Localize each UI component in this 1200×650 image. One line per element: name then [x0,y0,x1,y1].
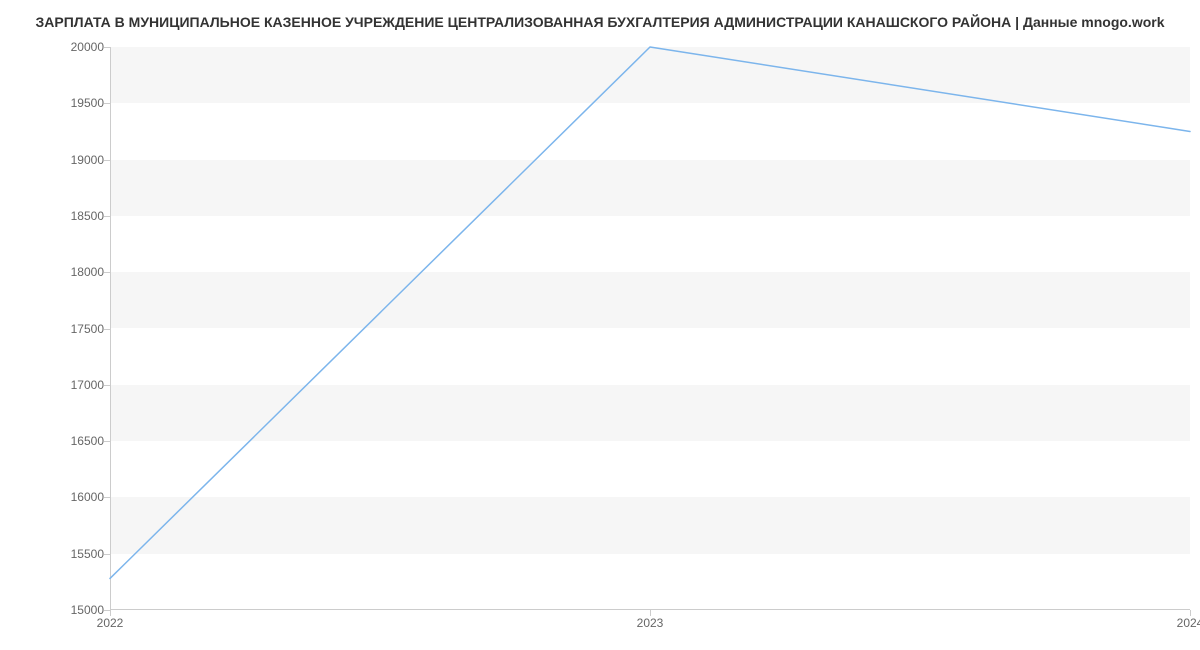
y-tick-label: 20000 [14,40,104,54]
y-tick-label: 19000 [14,153,104,167]
y-tick-label: 17500 [14,322,104,336]
y-tick-label: 17000 [14,378,104,392]
series-line [110,47,1190,578]
x-tick-label: 2024 [1177,616,1200,630]
x-tick-mark [650,610,651,616]
line-layer [110,47,1190,610]
y-tick-label: 16000 [14,490,104,504]
x-tick-mark [110,610,111,616]
x-tick-mark [1190,610,1191,616]
y-tick-label: 15000 [14,603,104,617]
y-tick-mark [104,497,110,498]
y-tick-label: 15500 [14,547,104,561]
y-tick-label: 16500 [14,434,104,448]
y-tick-mark [104,160,110,161]
y-tick-mark [104,216,110,217]
y-tick-label: 18000 [14,265,104,279]
y-tick-label: 18500 [14,209,104,223]
y-tick-mark [104,554,110,555]
y-tick-mark [104,385,110,386]
y-tick-mark [104,47,110,48]
y-tick-label: 19500 [14,96,104,110]
y-tick-mark [104,103,110,104]
x-tick-label: 2023 [637,616,664,630]
chart-title: ЗАРПЛАТА В МУНИЦИПАЛЬНОЕ КАЗЕННОЕ УЧРЕЖД… [0,14,1200,30]
y-tick-mark [104,329,110,330]
chart-container: ЗАРПЛАТА В МУНИЦИПАЛЬНОЕ КАЗЕННОЕ УЧРЕЖД… [0,0,1200,650]
y-tick-mark [104,441,110,442]
y-tick-mark [104,272,110,273]
x-tick-label: 2022 [97,616,124,630]
